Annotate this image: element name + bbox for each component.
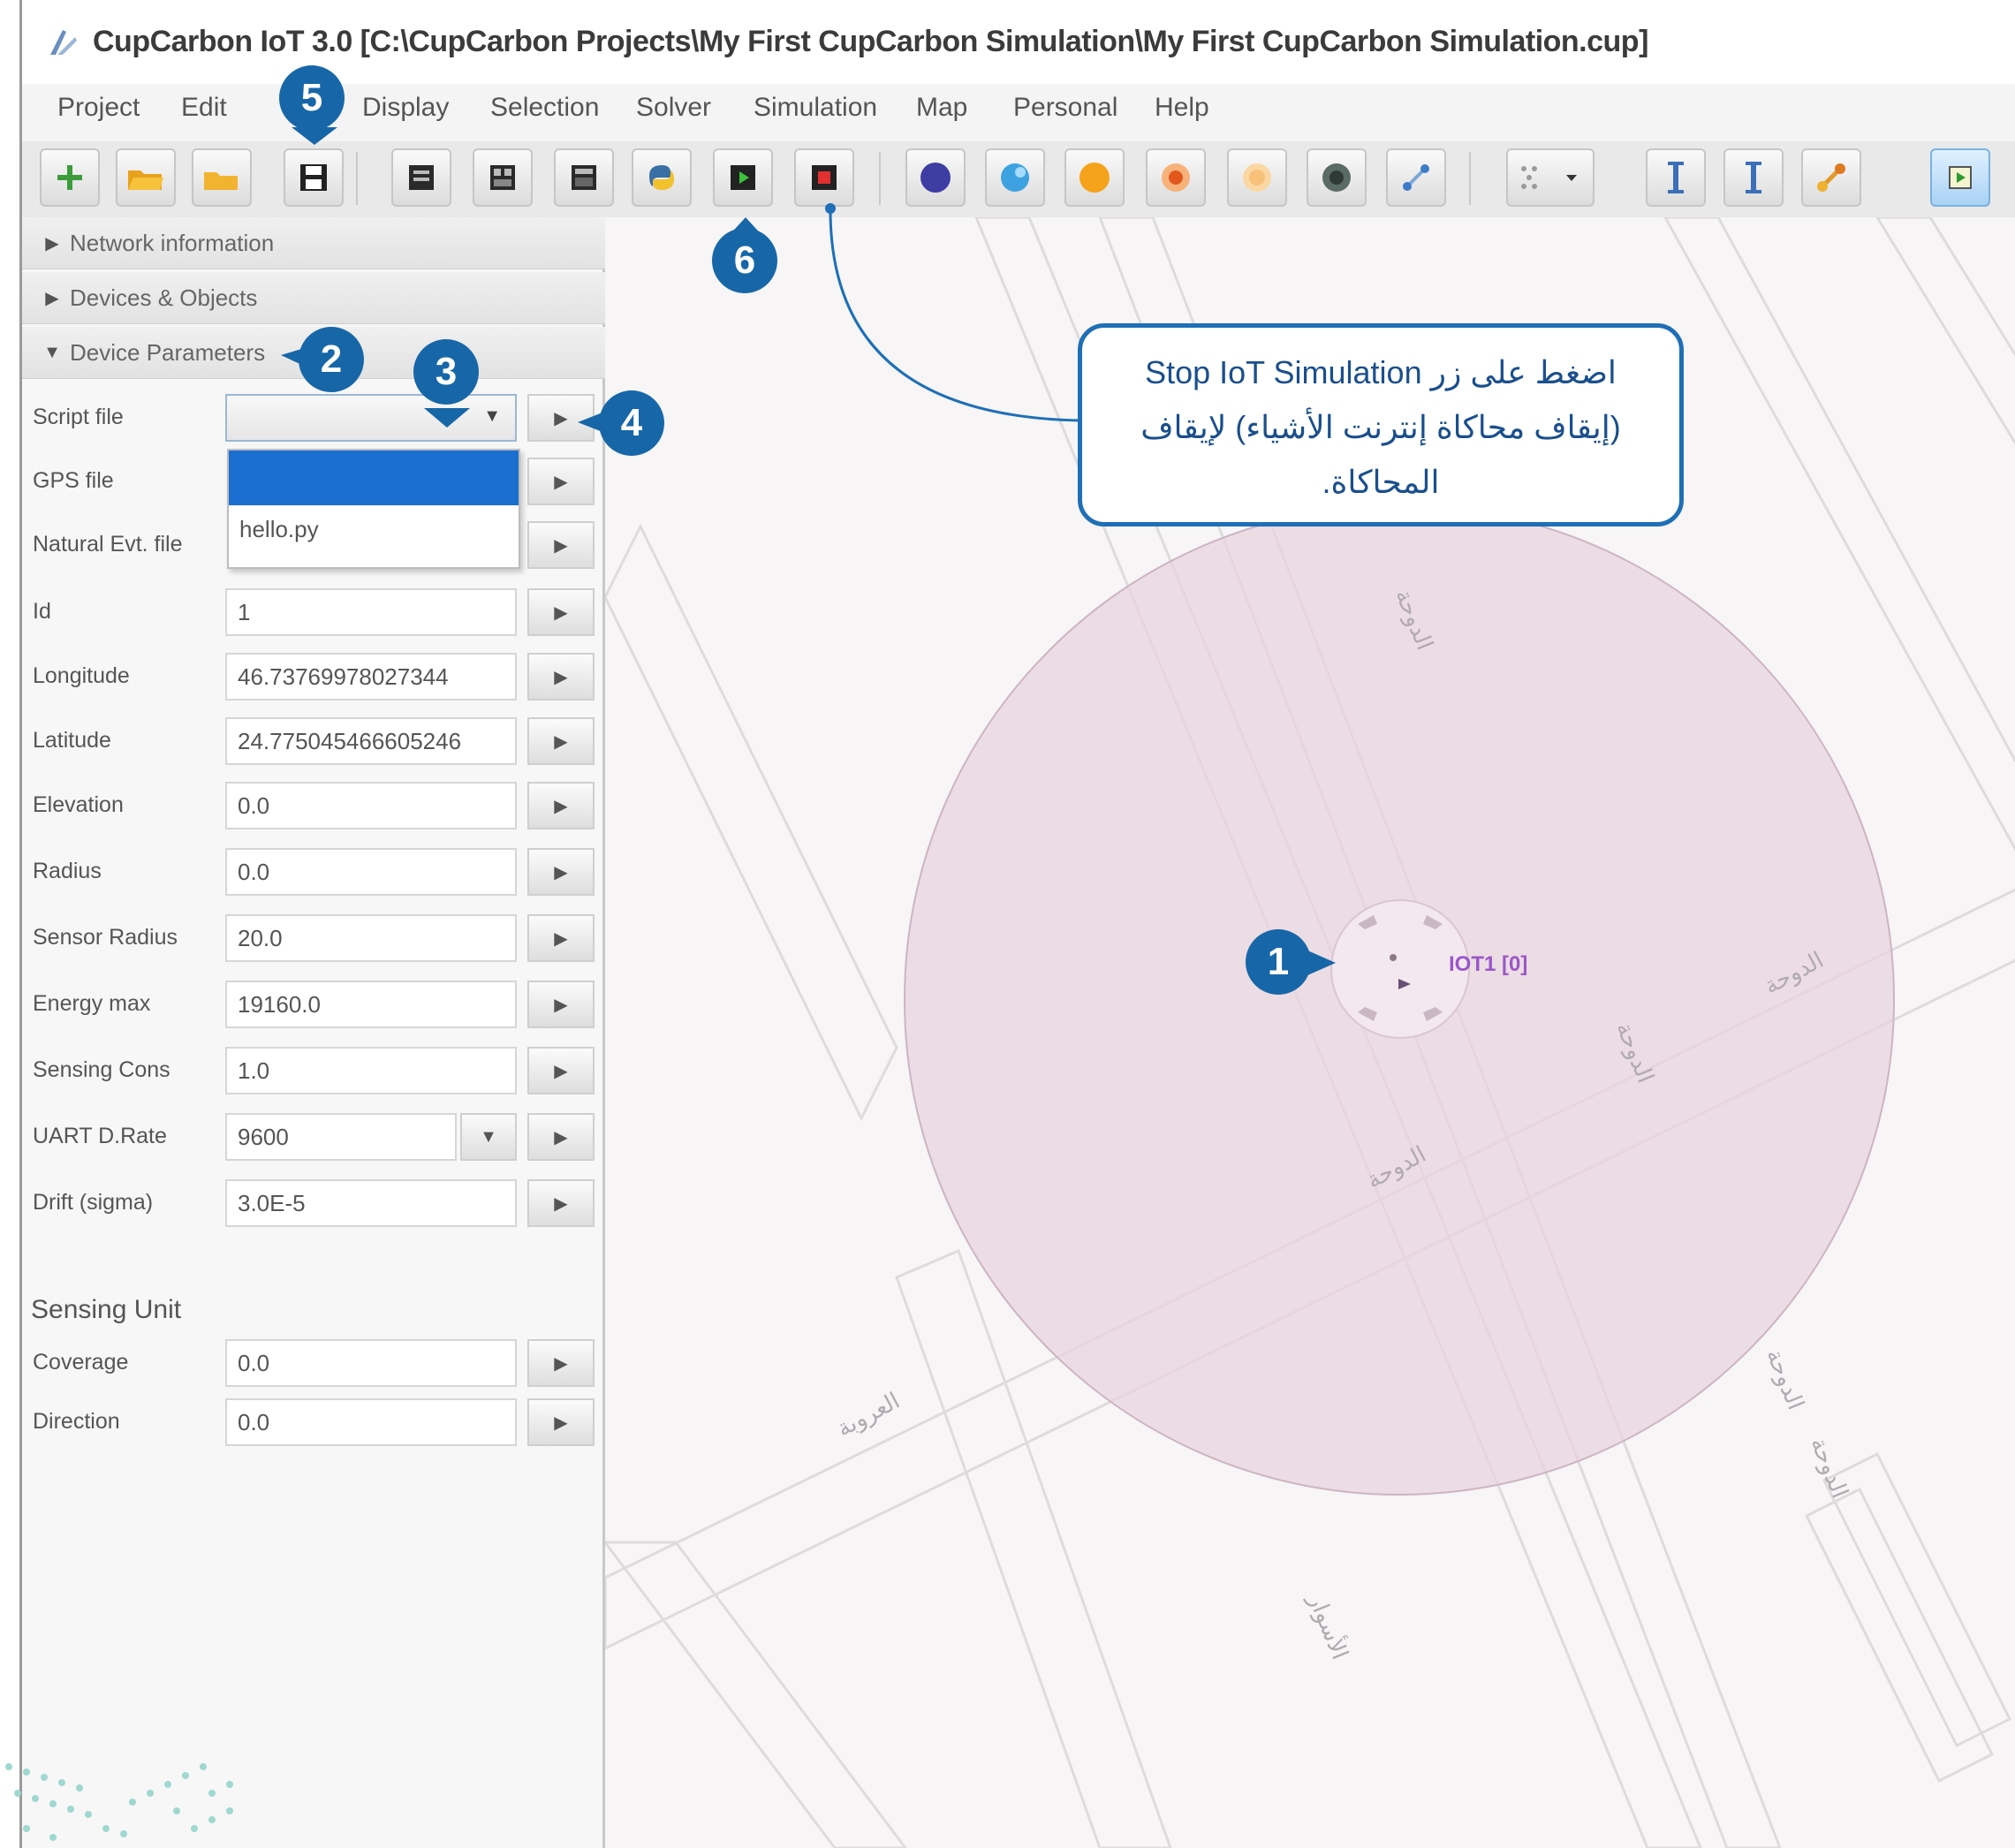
step-badge-6: 6 [712,228,777,293]
step-badge-1: 1 [1246,929,1311,995]
badge-pointers [281,127,1336,989]
step-badge-4: 4 [599,390,664,456]
decorative-dots [5,1763,233,1841]
step-badge-2: 2 [299,327,364,392]
step-badge-3: 3 [413,339,479,405]
step-badge-5: 5 [279,65,345,131]
